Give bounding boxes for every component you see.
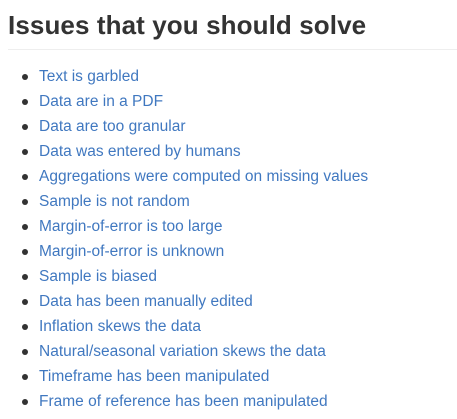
list-item: Data are in a PDF — [8, 92, 457, 117]
list-item: Timeframe has been manipulated — [8, 367, 457, 392]
issue-link-manually-edited[interactable]: Data has been manually edited — [39, 293, 253, 310]
list-item: Data was entered by humans — [8, 142, 457, 167]
bullet-icon — [22, 199, 28, 205]
bullet-icon — [22, 174, 28, 180]
list-item: Sample is biased — [8, 267, 457, 292]
bullet-icon — [22, 149, 28, 155]
list-item: Sample is not random — [8, 192, 457, 217]
list-item: Natural/seasonal variation skews the dat… — [8, 342, 457, 367]
list-item: Margin-of-error is unknown — [8, 242, 457, 267]
issue-link-text-garbled[interactable]: Text is garbled — [39, 68, 139, 85]
bullet-icon — [22, 99, 28, 105]
issue-link-data-in-pdf[interactable]: Data are in a PDF — [39, 93, 163, 110]
issue-link-too-granular[interactable]: Data are too granular — [39, 118, 185, 135]
bullet-icon — [22, 349, 28, 355]
issue-link-inflation[interactable]: Inflation skews the data — [39, 318, 201, 335]
issue-link-moe-unknown[interactable]: Margin-of-error is unknown — [39, 243, 224, 260]
list-item: Data are too granular — [8, 117, 457, 142]
list-item: Frame of reference has been manipulated — [8, 392, 457, 417]
bullet-icon — [22, 374, 28, 380]
list-item: Aggregations were computed on missing va… — [8, 167, 457, 192]
issue-link-sample-biased[interactable]: Sample is biased — [39, 268, 157, 285]
list-item: Text is garbled — [8, 67, 457, 92]
bullet-icon — [22, 324, 28, 330]
issue-link-sample-not-random[interactable]: Sample is not random — [39, 193, 190, 210]
issue-list: Text is garbled Data are in a PDF Data a… — [8, 67, 457, 417]
issue-link-timeframe-manipulated[interactable]: Timeframe has been manipulated — [39, 368, 269, 385]
bullet-icon — [22, 124, 28, 130]
issue-link-frame-of-reference[interactable]: Frame of reference has been manipulated — [39, 393, 328, 410]
list-item: Inflation skews the data — [8, 317, 457, 342]
bullet-icon — [22, 299, 28, 305]
issue-link-aggregations-missing[interactable]: Aggregations were computed on missing va… — [39, 168, 368, 185]
issue-link-moe-too-large[interactable]: Margin-of-error is too large — [39, 218, 222, 235]
list-item: Margin-of-error is too large — [8, 217, 457, 242]
bullet-icon — [22, 274, 28, 280]
issue-link-entered-by-humans[interactable]: Data was entered by humans — [39, 143, 241, 160]
list-item: Data has been manually edited — [8, 292, 457, 317]
bullet-icon — [22, 249, 28, 255]
document-page: Issues that you should solve Text is gar… — [0, 0, 457, 419]
bullet-icon — [22, 224, 28, 230]
section-heading: Issues that you should solve — [8, 10, 367, 40]
bullet-icon — [22, 74, 28, 80]
issue-link-seasonal-variation[interactable]: Natural/seasonal variation skews the dat… — [39, 343, 326, 360]
heading-divider — [8, 49, 457, 50]
bullet-icon — [22, 399, 28, 405]
